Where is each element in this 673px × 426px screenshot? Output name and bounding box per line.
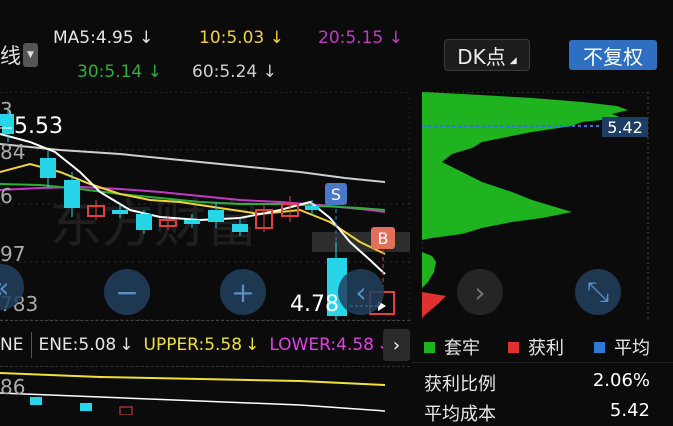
ma30-arrow-icon: ↓ <box>147 62 162 82</box>
avg-cost-value: 5.42 <box>609 400 650 421</box>
profit-color-icon <box>508 341 519 353</box>
sub-candle <box>80 403 92 411</box>
y-label: 6 <box>0 184 13 208</box>
ma60-value: 60:5.24 <box>192 62 258 82</box>
no-adjust-button[interactable]: 不复权 <box>569 40 657 70</box>
ma5-arrow-icon: ↓ <box>139 28 154 48</box>
period-selector[interactable]: 线 ▼ <box>0 40 38 70</box>
next-indicator-button[interactable]: › <box>383 329 410 361</box>
trapped-color-icon <box>424 341 435 353</box>
zoom-in-icon[interactable]: + <box>220 269 266 315</box>
stats-divider <box>412 362 673 363</box>
ma5-legend: MA5:4.95 ↓ <box>53 28 153 48</box>
indicator-canvas <box>0 372 386 416</box>
average-color-icon <box>594 341 605 353</box>
chip-distribution[interactable]: 5.42 › ⤡ <box>421 91 650 322</box>
profit-profile <box>422 292 446 318</box>
chevron-right-icon: › <box>392 334 401 356</box>
indicator-divider <box>0 320 410 321</box>
y-label: 84 <box>0 140 26 164</box>
ma60-arrow-icon: ↓ <box>262 62 277 82</box>
indicator-subchart[interactable]: 86 <box>0 366 410 416</box>
candle-down <box>136 214 152 230</box>
sub-y-label: 86 <box>0 375 26 399</box>
ma10-arrow-icon: ↓ <box>269 28 284 48</box>
candle-down <box>184 220 200 224</box>
zoom-out-icon[interactable]: − <box>104 269 150 315</box>
candle-down <box>64 180 80 208</box>
legend-profit: 获利 <box>508 334 564 360</box>
sub-candle <box>30 397 42 405</box>
legend-average: 平均 <box>594 334 650 360</box>
candle-down <box>232 224 248 232</box>
legend-trapped: 套牢 <box>424 334 480 360</box>
avg-cost-label: 平均成本 <box>424 404 496 425</box>
scroll-right-icon[interactable]: ‹ <box>338 269 384 315</box>
ene-arrow-icon: ↓ <box>119 335 134 355</box>
dk-point-button[interactable]: DK点 ◢ <box>444 39 530 71</box>
candle-down <box>112 210 128 214</box>
ma30-legend: 30:5.14 ↓ <box>77 62 162 82</box>
buy-signal-badge[interactable]: B <box>371 227 395 249</box>
sell-signal-badge[interactable]: S <box>325 183 347 205</box>
trapped-profile-low <box>422 252 436 288</box>
upper-arrow-icon: ↓ <box>245 335 260 355</box>
profit-ratio-value: 2.06% <box>592 370 650 391</box>
chevron-right-icon[interactable]: › <box>457 269 503 315</box>
legend-average-label: 平均 <box>614 338 650 359</box>
candle-down <box>40 158 56 178</box>
period-label: 线 <box>0 44 21 68</box>
ene-line <box>0 392 386 412</box>
candle-down <box>208 210 224 222</box>
profit-ratio-label: 获利比例 <box>424 374 496 395</box>
corner-triangle-icon: ◢ <box>509 56 517 66</box>
ma60-legend: 60:5.24 ↓ <box>192 62 277 82</box>
ma10-legend: 10:5.03 ↓ <box>199 28 284 48</box>
y-label: 97 <box>0 242 26 266</box>
expand-icon[interactable]: ⤡ <box>575 269 621 315</box>
ma20-value: 20:5.15 <box>318 28 384 48</box>
upper-value: UPPER:5.58 <box>143 335 243 355</box>
dk-point-label: DK点 <box>457 44 506 69</box>
dropdown-caret-icon[interactable]: ▼ <box>23 43 38 67</box>
indicator-name: NE <box>0 335 24 355</box>
ma30-value: 30:5.14 <box>77 62 143 82</box>
legend-profit-label: 获利 <box>528 338 564 359</box>
ene-value: ENE:5.08 <box>38 335 117 355</box>
candle-down <box>305 206 319 210</box>
ma20-arrow-icon: ↓ <box>388 28 403 48</box>
kline-chart[interactable]: 东方财富 3 84 6 97 783 5.53 4.78 S B − + ‹ <box>0 91 411 322</box>
ma10-value: 10:5.03 <box>199 28 265 48</box>
divider <box>31 332 33 358</box>
indicator-legend[interactable]: NE ENE:5.08 ↓ UPPER:5.58 ↓ LOWER:4.58 ↓ <box>0 328 391 362</box>
no-adjust-label: 不复权 <box>583 44 643 69</box>
legend-trapped-label: 套牢 <box>444 338 480 359</box>
ma5-value: MA5:4.95 <box>53 28 134 48</box>
trapped-profile <box>422 92 628 240</box>
high-price-label: 5.53 <box>14 114 63 139</box>
upper-line <box>0 372 386 386</box>
lower-value: LOWER:4.58 <box>269 335 374 355</box>
last-price-label: 4.78 <box>290 292 339 317</box>
high-marker-icon <box>0 114 10 126</box>
ma20-legend: 20:5.15 ↓ <box>318 28 403 48</box>
avg-cost-tag: 5.42 <box>602 117 648 137</box>
